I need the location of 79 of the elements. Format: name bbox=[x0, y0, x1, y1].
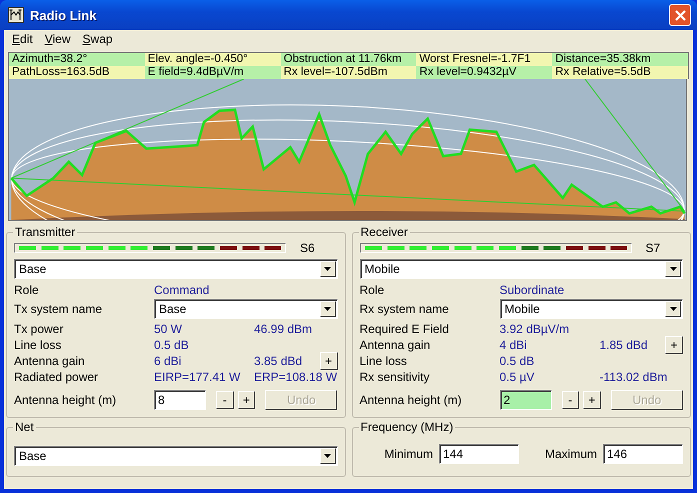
field-label: Antenna height (m) bbox=[14, 393, 118, 407]
field-label: Antenna gain bbox=[360, 338, 432, 352]
decrease-button[interactable]: - bbox=[562, 391, 580, 409]
menu-item[interactable]: Edit bbox=[6, 32, 39, 46]
close-icon bbox=[674, 10, 686, 20]
dropdown-button[interactable] bbox=[665, 301, 681, 317]
height-input[interactable]: 2 bbox=[500, 390, 552, 410]
caret-icon bbox=[324, 454, 331, 458]
group-title: Transmitter bbox=[14, 225, 76, 239]
field-label: Required E Field bbox=[360, 322, 450, 336]
height-input[interactable]: 8 bbox=[154, 390, 206, 410]
field-value: 0.5 µV bbox=[500, 370, 536, 384]
summary-cell: Elev. angle=-0.450° bbox=[144, 53, 281, 66]
summary-cell: Rx Relative=5.5dB bbox=[552, 66, 688, 79]
field-value: 0.5 dB bbox=[154, 338, 190, 352]
signal-reading: S7 bbox=[646, 241, 660, 255]
field-value: EIRP=177.41 W bbox=[154, 370, 242, 384]
group-title: Receiver bbox=[360, 225, 409, 239]
close-button[interactable] bbox=[669, 4, 691, 26]
field-value: Subordinate bbox=[500, 283, 566, 297]
field-value: 0.5 dB bbox=[500, 354, 536, 368]
summary-cell: Azimuth=38.2° bbox=[9, 53, 145, 66]
net-dropdown[interactable]: Base bbox=[14, 446, 338, 466]
dropdown-button[interactable] bbox=[320, 448, 336, 464]
window-title: Radio Link bbox=[30, 8, 98, 22]
signal-reading: S6 bbox=[300, 241, 315, 255]
field-label: Antenna height (m) bbox=[360, 393, 463, 407]
menu-item[interactable]: View bbox=[38, 32, 77, 46]
menu-item[interactable]: Swap bbox=[76, 32, 119, 46]
summary-cell: Rx level=-107.5dBm bbox=[280, 66, 416, 79]
system-dropdown[interactable]: Base bbox=[154, 299, 338, 319]
increase-button[interactable]: + bbox=[238, 391, 256, 409]
field-value: 6 dBi bbox=[154, 354, 182, 368]
field-value: 3.85 dBd bbox=[254, 354, 304, 368]
summary-cell: Obstruction at 11.76km bbox=[280, 53, 416, 66]
field-label: Radiated power bbox=[14, 370, 100, 384]
field-label: Tx power bbox=[14, 322, 64, 336]
field-label: Rx system name bbox=[360, 302, 450, 316]
summary-cell: Rx level=0.9432µV bbox=[416, 66, 552, 79]
group-title: Net bbox=[14, 420, 35, 434]
summary-cell: Worst Fresnel=-1.7F1 bbox=[416, 53, 552, 66]
field-value: 4 dBi bbox=[500, 338, 528, 352]
caret-icon bbox=[324, 267, 331, 271]
field-label: Role bbox=[360, 283, 386, 297]
minimum-input[interactable]: 144 bbox=[438, 444, 519, 464]
field-value: 46.99 dBm bbox=[254, 322, 314, 336]
caret-icon bbox=[324, 307, 331, 311]
field-value: Command bbox=[154, 283, 210, 297]
field-label: Rx sensitivity bbox=[360, 370, 431, 384]
preset-dropdown[interactable]: Base bbox=[14, 259, 338, 279]
field-label: Maximum bbox=[544, 447, 597, 461]
field-label: Tx system name bbox=[14, 302, 104, 316]
field-value: ERP=108.18 W bbox=[254, 370, 338, 384]
add-button[interactable]: + bbox=[320, 352, 338, 370]
field-value: 3.92 dBµV/m bbox=[500, 322, 570, 336]
summary-cell: PathLoss=163.5dB bbox=[9, 66, 145, 79]
field-label: Line loss bbox=[360, 354, 408, 368]
field-label: Role bbox=[14, 283, 40, 297]
group-title: Frequency (MHz) bbox=[360, 420, 454, 434]
caret-icon bbox=[670, 307, 676, 311]
field-label: Antenna gain bbox=[14, 354, 86, 368]
field-value: 50 W bbox=[154, 322, 184, 336]
dropdown-button[interactable] bbox=[320, 301, 336, 317]
caret-icon bbox=[670, 267, 676, 271]
dropdown-button[interactable] bbox=[665, 261, 681, 277]
add-button[interactable]: + bbox=[665, 336, 683, 354]
field-value: 1.85 dBd bbox=[600, 338, 649, 352]
field-label: Minimum bbox=[384, 447, 433, 461]
preset-dropdown[interactable]: Mobile bbox=[360, 259, 683, 279]
antenna-icon bbox=[8, 7, 24, 23]
decrease-button[interactable]: - bbox=[216, 391, 234, 409]
field-label: Line loss bbox=[14, 338, 62, 352]
increase-button[interactable]: + bbox=[583, 391, 601, 409]
system-dropdown[interactable]: Mobile bbox=[500, 299, 683, 319]
summary-cell: Distance=35.38km bbox=[552, 53, 688, 66]
summary-cell: E field=9.4dBµV/m bbox=[144, 66, 281, 79]
maximum-input[interactable]: 146 bbox=[603, 444, 683, 464]
dropdown-button[interactable] bbox=[320, 261, 336, 277]
field-value: -113.02 dBm bbox=[600, 370, 668, 384]
